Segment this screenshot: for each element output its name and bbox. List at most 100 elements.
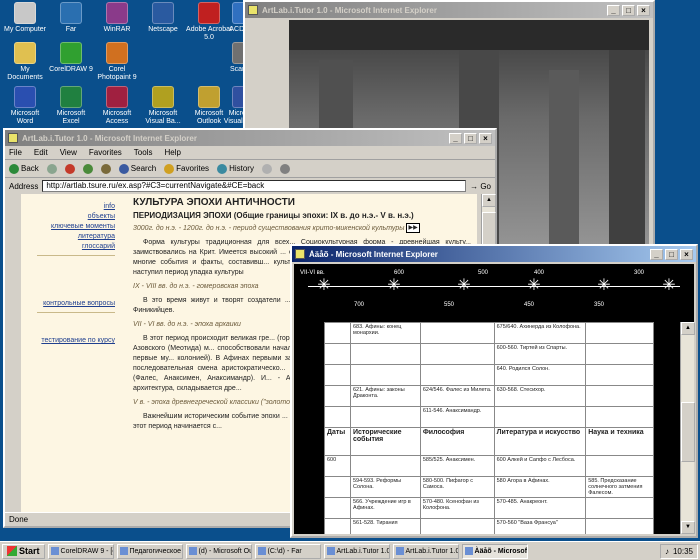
- timeline-star-icon[interactable]: ✳: [315, 277, 333, 295]
- app-icon: [60, 86, 82, 108]
- desktop-icon-label: Microsoft Visual Ba...: [145, 110, 181, 125]
- timeline-star-icon[interactable]: ✳: [455, 277, 473, 295]
- menu-item[interactable]: Edit: [34, 148, 48, 157]
- table-cell: [419, 343, 495, 365]
- close-button[interactable]: ×: [680, 248, 693, 260]
- desktop-icon[interactable]: My Documents: [2, 42, 48, 81]
- nav-link[interactable]: info: [21, 202, 115, 212]
- taskbar-button[interactable]: (d) - Microsoft Ou...: [185, 543, 252, 559]
- table-row: 600-560. Тиртей из Спарты.: [324, 343, 654, 365]
- title-bar[interactable]: ArtLab.i.Tutor 1.0 - Microsoft Internet …: [245, 2, 653, 18]
- scroll-down-arrow-icon[interactable]: ▼: [681, 521, 695, 534]
- maximize-button[interactable]: □: [622, 4, 635, 16]
- scroll-up-arrow-icon[interactable]: ▲: [482, 194, 496, 207]
- search-button[interactable]: Search: [118, 163, 156, 174]
- nav-link[interactable]: контрольные вопросы: [21, 299, 115, 309]
- table-cell: [349, 364, 421, 386]
- nav-link[interactable]: глоссарий: [21, 242, 115, 252]
- app-icon: [395, 547, 404, 555]
- nav-link[interactable]: литература: [21, 232, 115, 242]
- home-button[interactable]: [100, 163, 111, 174]
- refresh-button[interactable]: [82, 163, 93, 174]
- table-cell: [493, 406, 587, 428]
- desktop-icon[interactable]: Microsoft Access: [94, 86, 140, 125]
- desktop-icon[interactable]: Microsoft Word: [2, 86, 48, 125]
- menu-item[interactable]: File: [9, 148, 22, 157]
- go-button[interactable]: → Go: [470, 182, 491, 191]
- taskbar-button[interactable]: ArtLab.i.Tutor 1.0...: [323, 543, 390, 559]
- taskbar-button[interactable]: CorelDRAW 9 - [c...: [47, 543, 114, 559]
- scroll-up-arrow-icon[interactable]: ▲: [681, 322, 695, 335]
- title-bar[interactable]: Àäåõ - Microsoft Internet Explorer _ □ ×: [292, 246, 696, 262]
- address-input[interactable]: http://artlab.tsure.ru/ex.asp?#C3=curren…: [42, 180, 467, 192]
- title-bar[interactable]: ArtLab.i.Tutor 1.0 - Microsoft Internet …: [5, 130, 495, 146]
- back-button[interactable]: Back: [9, 163, 39, 174]
- menu-item[interactable]: View: [60, 148, 77, 157]
- mail-button[interactable]: [261, 163, 272, 174]
- table-cell: [324, 476, 351, 498]
- timeline-star-icon[interactable]: ✳: [525, 277, 543, 295]
- maximize-button[interactable]: □: [665, 248, 678, 260]
- table-cell: [585, 518, 654, 534]
- volume-icon[interactable]: ♪: [665, 547, 669, 556]
- desktop-icon[interactable]: Microsoft Visual Ba...: [140, 86, 186, 125]
- taskbar-button[interactable]: (C:\d) - Far: [254, 543, 321, 559]
- desktop-icon[interactable]: Microsoft Excel: [48, 86, 94, 125]
- timeline-star-icon[interactable]: ✳: [660, 277, 678, 295]
- desktop-icon[interactable]: Corel Photopaint 9: [94, 42, 140, 81]
- desktop-icon[interactable]: Far: [48, 2, 94, 34]
- timeline-star-icon[interactable]: ✳: [595, 277, 613, 295]
- stop-button[interactable]: [64, 163, 75, 174]
- start-button[interactable]: Start: [2, 543, 45, 559]
- history-button[interactable]: History: [217, 163, 254, 174]
- menu-item[interactable]: Tools: [134, 148, 153, 157]
- desktop-icon[interactable]: Netscape: [140, 2, 186, 34]
- scroll-thumb[interactable]: [681, 402, 695, 462]
- table-row: 621. Афины: законы Драконта. 624/546. Фал…: [324, 385, 654, 407]
- taskbar-button[interactable]: Àäåõ - Microsoft...: [461, 543, 528, 559]
- print-icon: [279, 163, 290, 174]
- desktop-icon[interactable]: CorelDRAW 9: [48, 42, 94, 74]
- ceiling-beam: [289, 20, 649, 50]
- close-button[interactable]: ×: [479, 132, 492, 144]
- table-cell: [324, 343, 351, 365]
- nav-link[interactable]: ключевые моменты: [21, 222, 115, 232]
- column-header: Литература и искусство: [493, 427, 587, 456]
- timeline-star-icon[interactable]: ✳: [385, 277, 403, 295]
- maximize-button[interactable]: □: [464, 132, 477, 144]
- toolbar: Back Search Favorites History: [5, 160, 495, 178]
- ie-window-front[interactable]: Àäåõ - Microsoft Internet Explorer _ □ ×…: [290, 244, 698, 538]
- table-cell: 580-500. Пифагор с Самоса.: [419, 476, 495, 498]
- table-area: 683. Афины: конец монархии. 675/640. Ахин…: [294, 322, 680, 534]
- taskbar-button[interactable]: ArtLab.i.Tutor 1.0...: [392, 543, 459, 559]
- column-header: Даты: [324, 427, 351, 456]
- forward-arrow-icon: [46, 163, 57, 174]
- vertical-scrollbar[interactable]: ▲ ▼: [680, 322, 695, 534]
- play-button[interactable]: [406, 223, 421, 233]
- minimize-button[interactable]: _: [607, 4, 620, 16]
- forward-button[interactable]: [46, 163, 57, 174]
- table-cell: 683. Афины: конец монархии.: [349, 322, 421, 344]
- table-cell: 611-546. Анаксимандр.: [419, 406, 495, 428]
- menu-item[interactable]: Favorites: [89, 148, 122, 157]
- close-button[interactable]: ×: [637, 4, 650, 16]
- nav-link[interactable]: объекты: [21, 212, 115, 222]
- minimize-button[interactable]: _: [449, 132, 462, 144]
- table-cell: 570-485. Анакреонт.: [493, 497, 587, 519]
- table-cell: 580 Агора в Афинах.: [493, 476, 587, 498]
- table-cell: [585, 322, 654, 344]
- desktop-icon[interactable]: WinRAR: [94, 2, 140, 34]
- favorites-button[interactable]: Favorites: [164, 163, 209, 174]
- clock[interactable]: 10:35: [673, 547, 693, 556]
- print-button[interactable]: [279, 163, 290, 174]
- nav-link[interactable]: тестирование по курсу: [21, 336, 115, 346]
- table-cell: [349, 406, 421, 428]
- desktop-icon[interactable]: My Computer: [2, 2, 48, 34]
- menu-item[interactable]: Help: [164, 148, 180, 157]
- table-cell: [349, 343, 421, 365]
- timeline-axis: [308, 286, 680, 287]
- divider: [37, 312, 115, 313]
- column-header: Философия: [419, 427, 495, 456]
- taskbar-button[interactable]: Педагогическое ...: [116, 543, 183, 559]
- minimize-button[interactable]: _: [650, 248, 663, 260]
